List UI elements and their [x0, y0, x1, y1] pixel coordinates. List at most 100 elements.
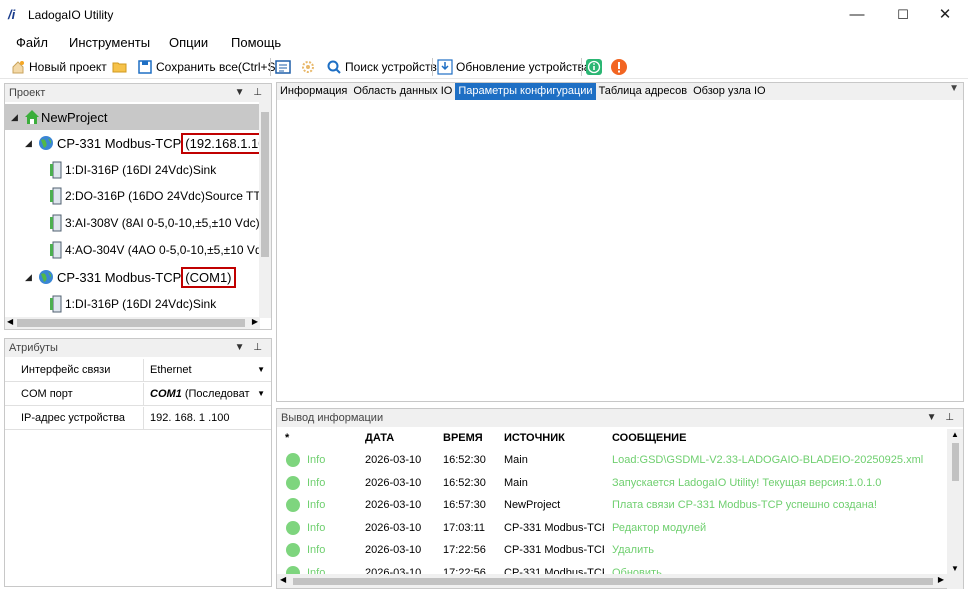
log-date: 2026-03-10	[365, 499, 422, 511]
project-tree: ◢ NewProject ◢ CP-331 Modbus-TCP (192.168…	[5, 102, 260, 318]
update-device-button[interactable]: Обновление устройства	[437, 57, 590, 77]
menu-tools[interactable]: Инструменты	[69, 35, 150, 50]
log-source: NewProject	[504, 499, 561, 511]
warning-button[interactable]	[611, 57, 627, 77]
log-row[interactable]: Info 2026-03-10 17:22:56 CP-331 Modbus-TCP У…	[277, 539, 947, 561]
log-row[interactable]: Info 2026-03-10 16:57:30 NewProject Плата св…	[277, 494, 947, 516]
tree-node-label: 1:DI-316P (16DI 24Vdc)Sink	[65, 297, 217, 311]
scroll-thumb[interactable]	[17, 319, 245, 327]
toolbar-separator	[270, 58, 271, 76]
menu-help[interactable]: Помощь	[231, 35, 281, 50]
com-port-value-desc: (Последоват	[181, 388, 250, 400]
scroll-thumb[interactable]	[261, 112, 269, 257]
pin-icon[interactable]: ▼ ⊥	[927, 409, 957, 427]
tree-node-module[interactable]: 2:DO-316P (16DO 24Vdc)Source TTL	[49, 183, 260, 209]
tab-info[interactable]: Информация	[277, 83, 350, 100]
attribute-row: IP-адрес устройства 192. 168. 1 .100	[5, 407, 271, 430]
save-all-label: Сохранить все(Ctrl+S)	[156, 60, 280, 74]
log-date: 2026-03-10	[365, 454, 422, 466]
search-devices-button[interactable]: Поиск устройств	[326, 57, 437, 77]
editor-tab-area: Информация Область данных IO Параметры к…	[276, 82, 964, 402]
collapse-icon[interactable]: ◢	[11, 112, 21, 123]
alert-icon	[611, 59, 627, 75]
log-source: Main	[504, 454, 528, 466]
log-row[interactable]: Info 2026-03-10 16:52:30 Main Запускается La…	[277, 472, 947, 494]
interface-select[interactable]: Ethernet ▼	[143, 359, 271, 381]
log-message: Удалить	[612, 544, 654, 556]
minimize-button[interactable]: —	[834, 0, 880, 30]
dropdown-arrow-icon[interactable]: ▼	[257, 359, 265, 381]
title-bar: /i LadogaIO Utility — ☐ ✕	[0, 0, 968, 30]
menu-file[interactable]: Файл	[16, 35, 48, 50]
tree-node-coupler[interactable]: ◢ CP-331 Modbus-TCP(192.168.1.100)	[25, 130, 260, 156]
save-all-button[interactable]: Сохранить все(Ctrl+S)	[137, 57, 280, 77]
tree-node-module[interactable]: 1:DI-316P (16DI 24Vdc)Sink	[49, 291, 216, 317]
info-status-icon	[286, 475, 300, 490]
new-project-icon	[10, 59, 26, 75]
tree-node-label: CP-331 Modbus-TCP	[57, 269, 182, 285]
col-message[interactable]: СООБЩЕНИЕ	[612, 432, 686, 444]
search-devices-label: Поиск устройств	[345, 60, 437, 74]
dropdown-arrow-icon[interactable]: ▼	[255, 383, 265, 405]
tab-menu-icon[interactable]: ▼	[949, 83, 959, 94]
ip-address-highlight: (192.168.1.100)	[181, 132, 260, 154]
com-port-select[interactable]: COM1 (Последоват ▼	[143, 383, 271, 405]
output-panel-header: Вывод информации ▼ ⊥	[277, 409, 963, 427]
log-message: Load:GSD\GSDML-V2.33-LADOGAIO-BLADEIO-20…	[612, 454, 924, 466]
close-button[interactable]: ✕	[922, 0, 968, 30]
app-logo-icon: /i	[8, 7, 16, 22]
pin-icon[interactable]: ▼ ⊥	[235, 84, 265, 102]
menu-options[interactable]: Опции	[169, 35, 208, 50]
log-row[interactable]: Info 2026-03-10 17:03:11 CP-331 Modbus-TCP Р…	[277, 517, 947, 539]
attribute-label: IP-адрес устройства	[21, 412, 126, 424]
info-button[interactable]	[586, 57, 602, 77]
tree-node-module[interactable]: 3:AI-308V (8AI 0-5,0-10,±5,±10 Vdc)	[49, 210, 260, 236]
col-source[interactable]: ИСТОЧНИК	[504, 432, 565, 444]
attributes-panel: Атрибуты ▼ ⊥ Интерфейс связи Ethernet ▼ …	[4, 338, 272, 587]
col-time[interactable]: ВРЕМЯ	[443, 432, 483, 444]
scroll-left-icon[interactable]: ◀	[280, 575, 286, 584]
scroll-right-icon[interactable]: ▶	[252, 317, 258, 326]
project-panel-header: Проект ▼ ⊥	[5, 84, 271, 102]
toolbar-separator	[432, 58, 433, 76]
tree-node-module[interactable]: 4:AO-304V (4AO 0-5,0-10,±5,±10 Vdc)	[49, 237, 260, 263]
log-time: 16:52:30	[443, 476, 486, 489]
log-horizontal-scrollbar[interactable]: ◀ ▶	[277, 574, 947, 588]
toolbar: Новый проект Сохранить все(Ctrl+S) Поиск…	[0, 55, 968, 79]
module-icon	[49, 241, 65, 259]
tab-io-node-overview[interactable]: Обзор узла IO	[690, 83, 768, 100]
tree-horizontal-scrollbar[interactable]: ◀ ▶	[5, 317, 260, 329]
scroll-left-icon[interactable]: ◀	[7, 317, 13, 326]
scroll-up-icon[interactable]: ▲	[951, 430, 959, 439]
settings-button[interactable]	[300, 57, 316, 77]
tree-node-coupler[interactable]: ◢ CP-331 Modbus-TCP (COM1)	[25, 264, 236, 290]
scroll-down-icon[interactable]: ▼	[951, 564, 959, 573]
tree-root-label: NewProject	[41, 109, 108, 125]
tree-vertical-scrollbar[interactable]	[259, 102, 271, 318]
device-list-button[interactable]	[275, 57, 291, 77]
tab-io-data-area[interactable]: Область данных IO	[350, 83, 455, 100]
new-project-button[interactable]: Новый проект	[10, 57, 107, 77]
pin-icon[interactable]: ▼ ⊥	[235, 339, 265, 357]
tree-node-module[interactable]: 1:DI-316P (16DI 24Vdc)Sink	[49, 157, 216, 183]
scroll-thumb[interactable]	[293, 578, 933, 585]
col-date[interactable]: ДАТА	[365, 432, 394, 444]
log-level: Info	[307, 499, 326, 511]
maximize-button[interactable]: ☐	[880, 0, 926, 30]
com-port-value: COM1	[150, 388, 182, 400]
col-level[interactable]: *	[285, 432, 289, 444]
scroll-thumb[interactable]	[952, 443, 959, 481]
collapse-icon[interactable]: ◢	[25, 138, 35, 149]
open-button[interactable]	[112, 57, 128, 77]
tab-address-table[interactable]: Таблица адресов	[596, 83, 691, 100]
attributes-panel-title: Атрибуты	[9, 342, 58, 354]
ip-address-input[interactable]: 192. 168. 1 .100	[143, 407, 271, 429]
tree-node-label: 1:DI-316P (16DI 24Vdc)Sink	[65, 163, 217, 177]
scroll-right-icon[interactable]: ▶	[938, 575, 944, 584]
collapse-icon[interactable]: ◢	[25, 272, 35, 283]
tab-config-params[interactable]: Параметры конфигурации	[455, 83, 596, 100]
log-row[interactable]: Info 2026-03-10 16:52:30 Main Load:GSD\GSDML…	[277, 449, 947, 471]
log-vertical-scrollbar[interactable]: ▲ ▼	[947, 429, 963, 589]
tree-root-node[interactable]: ◢ NewProject	[5, 104, 260, 130]
info-status-icon	[286, 543, 300, 557]
